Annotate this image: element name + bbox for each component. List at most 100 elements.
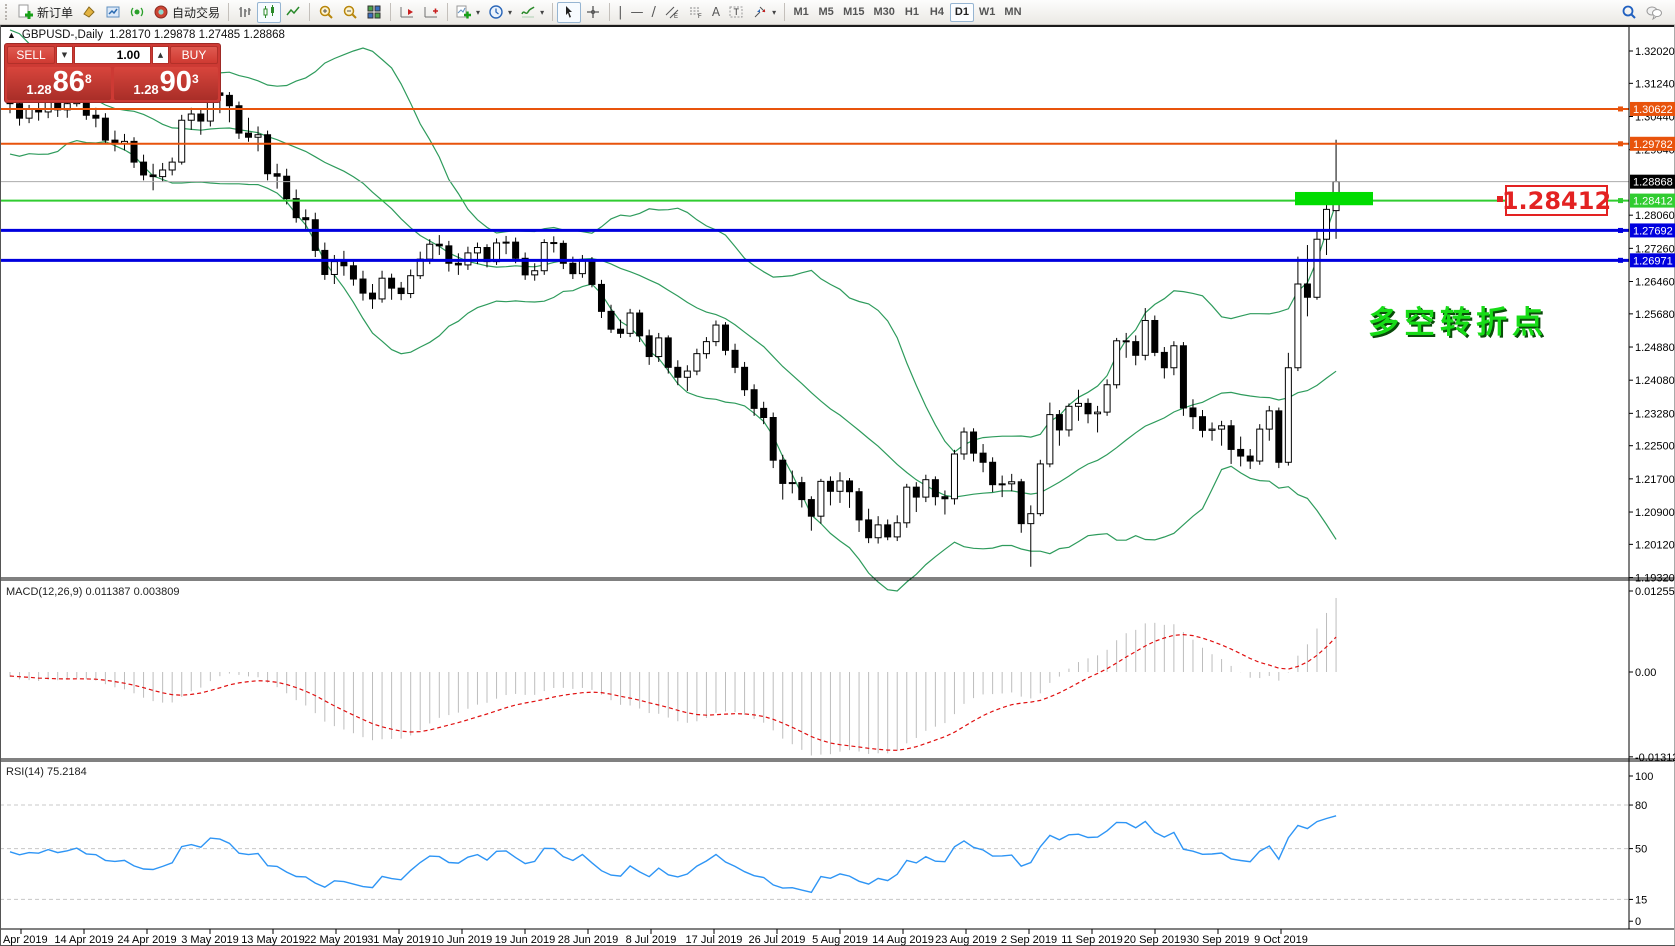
chart-shift-button[interactable] <box>419 2 443 23</box>
dropdown-caret-icon: ▾ <box>508 7 513 17</box>
rsi-indicator-title: RSI(14) 75.2184 <box>6 766 87 778</box>
market-watch-button[interactable] <box>101 2 125 23</box>
toolbar-grip[interactable] <box>5 4 11 20</box>
signals-button[interactable] <box>125 2 149 23</box>
buy-button[interactable]: BUY <box>170 46 218 64</box>
chart-autoscroll-button[interactable] <box>395 2 419 23</box>
timeframe-H4[interactable]: H4 <box>925 3 949 22</box>
zoom-out-button[interactable] <box>338 2 362 23</box>
trendline-icon: / <box>651 4 656 20</box>
date-tick-label: 10 Jun 2019 <box>432 934 493 946</box>
templates-icon <box>521 6 535 18</box>
timeframe-MN[interactable]: MN <box>1000 3 1025 22</box>
dropdown-caret-icon: ▾ <box>540 7 545 17</box>
chat-button[interactable] <box>1641 2 1667 23</box>
svg-text:1.25680: 1.25680 <box>1635 309 1675 321</box>
zoom-out-icon <box>343 5 357 19</box>
zoom-in-button[interactable] <box>314 2 338 23</box>
svg-text:1.26460: 1.26460 <box>1635 277 1675 289</box>
tile-windows-button[interactable] <box>362 2 386 23</box>
svg-text:0: 0 <box>1635 916 1641 928</box>
annotation-note-text[interactable]: 多空转折点 <box>1368 297 1548 342</box>
horizontal-line-icon: — <box>630 4 644 20</box>
candlestick-chart-button[interactable] <box>257 1 282 23</box>
svg-text:F: F <box>698 14 702 20</box>
history-icon <box>83 6 95 18</box>
auto-trading-icon <box>154 5 168 19</box>
chart-title-bar: ▲ GBPUSD-,Daily 1.28170 1.29878 1.27485 … <box>7 29 285 41</box>
sell-price-prefix: 1.28 <box>26 82 52 97</box>
horizontal-line-tool-button[interactable]: — <box>626 2 647 23</box>
volume-input[interactable]: 1.00 <box>74 46 151 64</box>
tile-windows-icon <box>367 5 381 19</box>
zoom-in-icon <box>319 5 333 19</box>
auto-trading-button[interactable]: 自动交易 <box>149 2 224 23</box>
timeframe-M5[interactable]: M5 <box>814 3 838 22</box>
text-tool-button[interactable]: A <box>708 2 724 23</box>
search-button[interactable] <box>1617 2 1641 23</box>
date-tick-label: 14 Aug 2019 <box>872 934 934 946</box>
svg-text:1.20120: 1.20120 <box>1635 539 1675 551</box>
sell-price-display[interactable]: 1.28 86 8 <box>7 66 111 100</box>
toolbar-separator <box>447 3 449 21</box>
buy-price-prefix: 1.28 <box>133 82 159 97</box>
new-order-button[interactable]: 新订单 <box>14 2 77 23</box>
date-tick-label: 24 Apr 2019 <box>117 934 176 946</box>
arrows-tool-button[interactable]: ▾ <box>748 2 780 23</box>
timeframe-M1[interactable]: M1 <box>789 3 813 22</box>
svg-text:E: E <box>674 14 678 20</box>
svg-text:T: T <box>734 7 740 17</box>
volume-decrease-button[interactable]: ▼ <box>56 46 73 64</box>
templates-button[interactable]: ▾ <box>516 2 548 23</box>
buy-price-display[interactable]: 1.28 90 3 <box>114 66 218 100</box>
collapse-panel-arrow[interactable]: ▲ <box>7 30 16 40</box>
date-tick-label: 23 Aug 2019 <box>935 934 997 946</box>
timeframe-D1[interactable]: D1 <box>949 2 974 22</box>
chart-symbol-period: GBPUSD-,Daily <box>21 29 104 41</box>
line-chart-button[interactable] <box>281 2 305 23</box>
history-center-button[interactable] <box>77 2 101 23</box>
search-icon <box>1622 5 1636 19</box>
svg-text:1.22500: 1.22500 <box>1635 441 1675 453</box>
line-anchor-marker <box>1618 198 1623 204</box>
chart-shift-icon <box>424 7 439 18</box>
crosshair-icon <box>587 6 600 18</box>
fibonacci-tool-button[interactable]: F <box>684 2 708 23</box>
trendline-tool-button[interactable]: / <box>647 2 659 23</box>
svg-text:1.23280: 1.23280 <box>1635 408 1675 420</box>
timeframe-M30[interactable]: M30 <box>870 3 899 22</box>
date-tick-label: 5 Aug 2019 <box>812 934 868 946</box>
highlight-zone-rect[interactable] <box>1295 191 1373 206</box>
chart-autoscroll-icon <box>400 7 414 18</box>
svg-text:-0.013128: -0.013128 <box>1635 752 1675 764</box>
svg-text:1.28060: 1.28060 <box>1635 210 1675 222</box>
price-chart[interactable]: 1.320201.312401.304401.296401.280601.272… <box>0 25 1675 946</box>
chart-ohlc-values: 1.28170 1.29878 1.27485 1.28868 <box>109 29 285 41</box>
channel-icon: E <box>665 6 679 20</box>
date-tick-label: 14 Apr 2019 <box>54 934 113 946</box>
date-tick-label: 11 Sep 2019 <box>1061 934 1123 946</box>
date-tick-label: 3 May 2019 <box>181 934 238 946</box>
periods-button[interactable]: ▾ <box>484 2 516 23</box>
line-anchor-marker <box>1618 141 1623 147</box>
svg-text:0.012554: 0.012554 <box>1635 586 1675 598</box>
indicators-button[interactable]: ▾ <box>452 2 484 23</box>
dropdown-caret-icon: ▾ <box>772 7 777 17</box>
date-tick-label: 17 Jul 2019 <box>686 934 743 946</box>
timeframe-H1[interactable]: H1 <box>900 3 924 22</box>
bar-chart-button[interactable] <box>233 2 257 23</box>
cursor-tool-button[interactable] <box>557 1 582 23</box>
vertical-line-tool-button[interactable]: | <box>614 2 626 23</box>
periods-icon <box>489 5 503 19</box>
channel-tool-button[interactable]: E <box>660 2 684 23</box>
volume-increase-button[interactable]: ▲ <box>152 46 169 64</box>
crosshair-tool-button[interactable] <box>581 2 605 23</box>
timeframe-M15[interactable]: M15 <box>839 3 868 22</box>
buy-price-pip: 3 <box>191 72 199 86</box>
label-tool-button[interactable]: T <box>724 2 748 23</box>
svg-text:1.21700: 1.21700 <box>1635 474 1675 486</box>
chart-window: 1.320201.312401.304401.296401.280601.272… <box>0 25 1675 946</box>
sell-button[interactable]: SELL <box>7 46 55 64</box>
timeframe-W1[interactable]: W1 <box>975 3 1000 22</box>
price-callout-box[interactable]: 1.28412 <box>1502 185 1611 216</box>
